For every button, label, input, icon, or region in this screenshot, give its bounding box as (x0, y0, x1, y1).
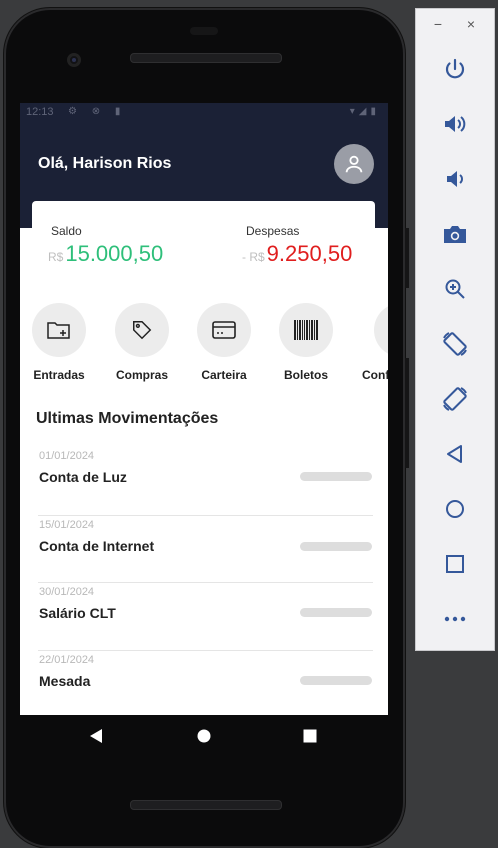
recents-square-icon (303, 729, 317, 743)
home-button[interactable] (438, 492, 472, 526)
close-button[interactable]: × (463, 16, 479, 32)
action-boletos-label: Boletos (283, 368, 328, 382)
overview-icon (446, 555, 464, 573)
back-triangle-icon (90, 729, 102, 743)
action-entradas-circle (32, 303, 86, 357)
status-notification-icons: ⚙ ⊗ ▮ (68, 106, 127, 117)
action-compras-label: Compras (115, 368, 168, 382)
saldo-label: Saldo (51, 224, 82, 238)
home-circle-icon (197, 729, 211, 743)
action-entradas[interactable]: Entradas (24, 303, 94, 382)
movement-value-skeleton (300, 675, 372, 685)
action-conf[interactable]: Conf (354, 303, 388, 382)
avatar[interactable] (334, 144, 374, 184)
back-icon (447, 445, 462, 463)
home-icon (446, 500, 464, 518)
saldo-value: 15.000,50 (65, 241, 164, 266)
zoom-in-icon (445, 279, 465, 299)
action-compras-circle (115, 303, 169, 357)
movements-title: Ultimas Movimentações (36, 410, 219, 427)
list-item[interactable]: 30/01/2024 Salário CLT (38, 583, 373, 651)
action-compras[interactable]: Compras (107, 303, 177, 382)
movement-value-skeleton (300, 472, 372, 481)
emulator-toolbar: − × (415, 8, 495, 651)
movement-value-skeleton (300, 608, 372, 617)
zoom-button[interactable] (438, 272, 472, 306)
power-side-button (405, 228, 409, 288)
list-item[interactable]: 15/01/2024 Conta de Internet (38, 516, 373, 583)
volume-down-button[interactable] (438, 162, 472, 196)
user-icon (345, 155, 363, 173)
despesas-amount: - R$9.250,50 (242, 241, 352, 267)
movement-name: Salário CLT (39, 605, 116, 621)
power-button[interactable] (438, 52, 472, 86)
back-button[interactable] (438, 437, 472, 471)
app-screen: 12:13 ⚙ ⊗ ▮ ▾◢▮ Olá, Harison Rios Saldo … (20, 103, 388, 715)
nav-recents-button[interactable] (290, 715, 330, 757)
action-carteira-label: Carteira (201, 368, 247, 382)
rotate-right-button[interactable] (438, 382, 472, 416)
quick-actions: Entradas Compras Carteira Boletos Conf (20, 303, 388, 383)
balance-card: Saldo R$15.000,50 Despesas - R$9.250,50 (32, 201, 375, 281)
camera-icon (444, 226, 466, 243)
movement-date: 15/01/2024 (39, 518, 95, 531)
screenshot-button[interactable] (438, 217, 472, 251)
movements-list: 01/01/2024 Conta de Luz 15/01/2024 Conta… (38, 448, 373, 715)
volume-up-icon (445, 116, 466, 132)
action-carteira-circle (197, 303, 251, 357)
saldo-amount: R$15.000,50 (48, 241, 163, 267)
movement-date: 22/01/2024 (39, 653, 95, 666)
volume-up-button[interactable] (438, 107, 472, 141)
front-camera (67, 53, 81, 67)
movement-name: Conta de Internet (39, 537, 155, 554)
action-entradas-label: Entradas (33, 368, 85, 382)
nav-back-button[interactable] (76, 715, 116, 757)
status-signal-battery-icons: ▾◢▮ (349, 106, 380, 117)
overview-button[interactable] (438, 547, 472, 581)
volume-down-icon (447, 171, 463, 187)
movement-date: 30/01/2024 (39, 586, 95, 598)
more-button[interactable] (438, 602, 472, 636)
tag-icon (133, 321, 152, 340)
volume-side-button (405, 358, 409, 468)
action-conf-circle (374, 303, 388, 357)
earpiece-speaker (130, 53, 282, 63)
rotate-left-button[interactable] (438, 327, 472, 361)
action-carteira[interactable]: Carteira (189, 303, 259, 382)
more-dots-icon (444, 616, 466, 622)
saldo-currency: R$ (48, 250, 64, 264)
status-bar: 12:13 ⚙ ⊗ ▮ ▾◢▮ (20, 103, 388, 123)
despesas-label: Despesas (246, 224, 300, 238)
android-nav-bar (20, 715, 388, 757)
movement-name: Conta de Luz (39, 469, 127, 485)
rotate-right-icon (443, 387, 467, 411)
movement-date: 01/01/2024 (39, 450, 95, 462)
barcode-icon (294, 320, 318, 340)
action-boletos-circle (279, 303, 333, 357)
despesas-currency: - R$ (242, 250, 265, 264)
action-conf-label: Conf (362, 368, 388, 382)
movement-value-skeleton (300, 541, 372, 551)
despesas-value: 9.250,50 (266, 241, 353, 266)
list-item[interactable]: 01/01/2024 Conta de Luz (38, 448, 373, 516)
status-time: 12:13 (26, 106, 54, 118)
credit-card-icon (212, 321, 236, 339)
rotate-left-icon (443, 332, 467, 356)
greeting-text: Olá, Harison Rios (38, 155, 172, 172)
nav-home-button[interactable] (184, 715, 224, 757)
movement-name: Mesada (39, 672, 91, 689)
power-icon (445, 58, 465, 79)
phone-top-slot (190, 27, 218, 35)
action-boletos[interactable]: Boletos (271, 303, 341, 382)
minimize-button[interactable]: − (430, 16, 446, 32)
list-item[interactable]: 22/01/2024 Mesada (38, 651, 373, 716)
bottom-speaker (130, 800, 282, 810)
folder-add-icon (47, 322, 70, 339)
